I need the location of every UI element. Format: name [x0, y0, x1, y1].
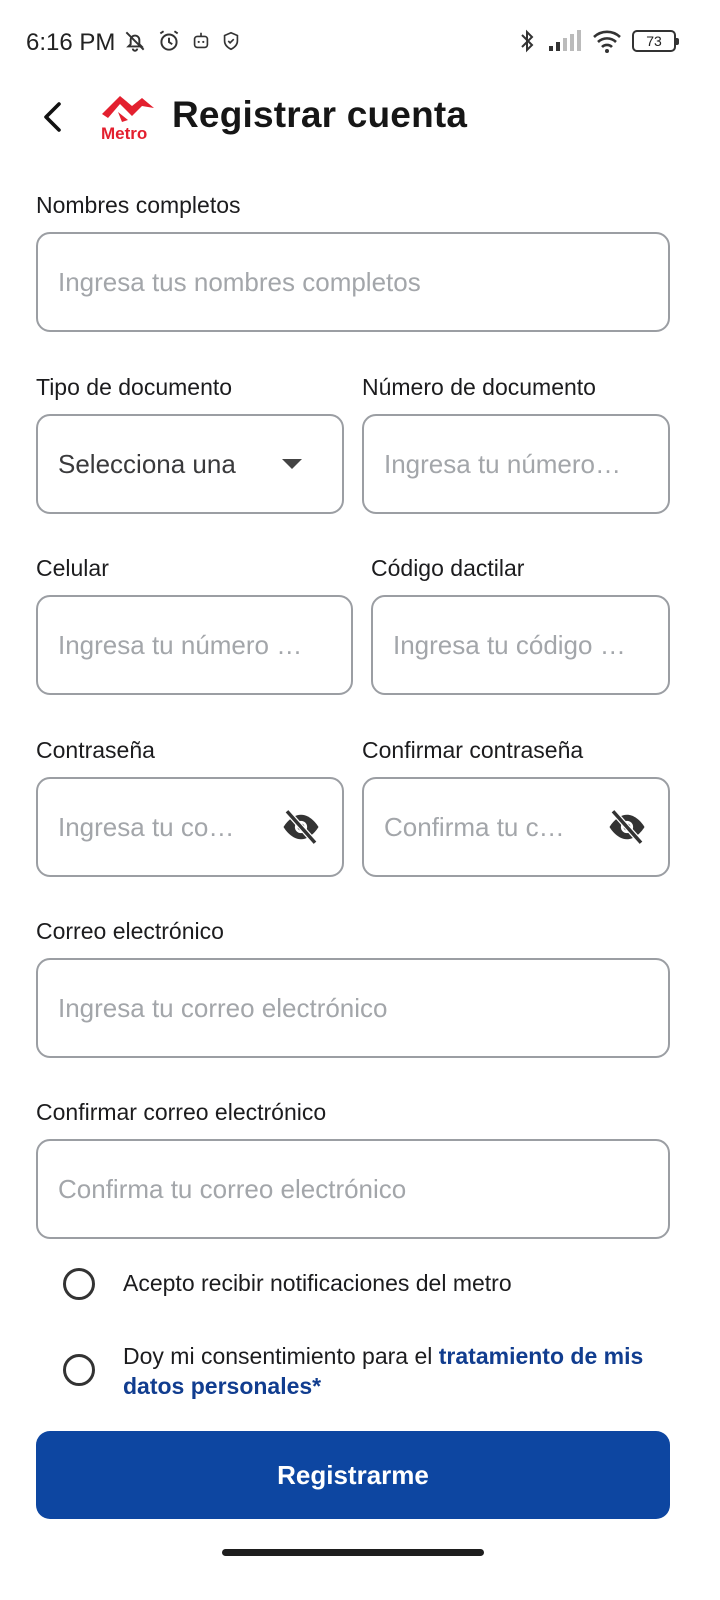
eye-off-icon[interactable] [280, 806, 322, 848]
confirm-email-input[interactable]: Confirma tu correo electrónico [36, 1139, 670, 1239]
shield-icon [223, 31, 239, 51]
doc-number-label: Número de documento [362, 374, 596, 400]
email-label: Correo electrónico [36, 918, 224, 944]
status-time: 6:16 PM [26, 29, 116, 56]
chevron-left-icon [44, 102, 61, 132]
eye-off-icon[interactable] [606, 806, 648, 848]
phone-input[interactable]: Ingresa tu número … [36, 595, 353, 695]
logo-text: Metro [101, 124, 147, 143]
doc-number-input[interactable]: Ingresa tu número… [362, 414, 670, 514]
data-consent-label: Doy mi consentimiento para el tratamient… [123, 1341, 663, 1401]
signal-icon [549, 30, 581, 51]
fingerprint-code-input[interactable]: Ingresa tu código … [371, 595, 670, 695]
fingerprint-code-placeholder: Ingresa tu código … [393, 629, 626, 660]
phone-placeholder: Ingresa tu número … [58, 629, 303, 660]
register-button-label: Registrarme [277, 1459, 429, 1490]
dropdown-arrow-icon [282, 459, 302, 469]
confirm-password-label: Confirmar contraseña [362, 737, 584, 763]
confirm-password-placeholder: Confirma tu c… [384, 811, 565, 842]
metro-logo: Metro [98, 92, 156, 144]
confirm-email-label: Confirmar correo electrónico [36, 1099, 327, 1125]
data-consent-text: Doy mi consentimiento para el [123, 1343, 439, 1369]
doc-number-placeholder: Ingresa tu número… [384, 448, 622, 479]
confirm-password-input[interactable]: Confirma tu c… [362, 777, 670, 877]
home-indicator[interactable] [222, 1549, 484, 1556]
doc-type-label: Tipo de documento [36, 374, 233, 400]
battery-icon: 73 [632, 30, 679, 52]
email-placeholder: Ingresa tu correo electrónico [58, 992, 388, 1023]
bell-off-icon [125, 31, 145, 52]
back-button[interactable] [30, 95, 74, 139]
data-consent-checkbox[interactable] [63, 1354, 95, 1386]
notifications-label: Acepto recibir notificaciones del metro [123, 1270, 512, 1296]
phone-label: Celular [36, 555, 109, 581]
password-placeholder: Ingresa tu co… [58, 811, 235, 842]
bluetooth-icon [521, 29, 534, 53]
password-input[interactable]: Ingresa tu co… [36, 777, 344, 877]
full-name-placeholder: Ingresa tus nombres completos [58, 266, 421, 297]
email-input[interactable]: Ingresa tu correo electrónico [36, 958, 670, 1058]
robot-icon [193, 32, 209, 49]
confirm-email-placeholder: Confirma tu correo electrónico [58, 1173, 407, 1204]
battery-level: 73 [646, 33, 662, 49]
page-title: Registrar cuenta [172, 94, 468, 135]
register-button[interactable]: Registrarme [36, 1431, 670, 1519]
wifi-icon [593, 30, 621, 53]
doc-type-select[interactable]: Selecciona una [36, 414, 344, 514]
alarm-icon [159, 30, 179, 51]
full-name-label: Nombres completos [36, 192, 241, 218]
status-icons-left [122, 28, 242, 54]
status-icons-right: 73 [518, 28, 679, 54]
full-name-input[interactable]: Ingresa tus nombres completos [36, 232, 670, 332]
notifications-checkbox[interactable] [63, 1268, 95, 1300]
doc-type-value: Selecciona una [58, 448, 236, 479]
fingerprint-code-label: Código dactilar [371, 555, 525, 581]
password-label: Contraseña [36, 737, 155, 763]
status-bar: 6:16 PM 73 [0, 0, 720, 86]
